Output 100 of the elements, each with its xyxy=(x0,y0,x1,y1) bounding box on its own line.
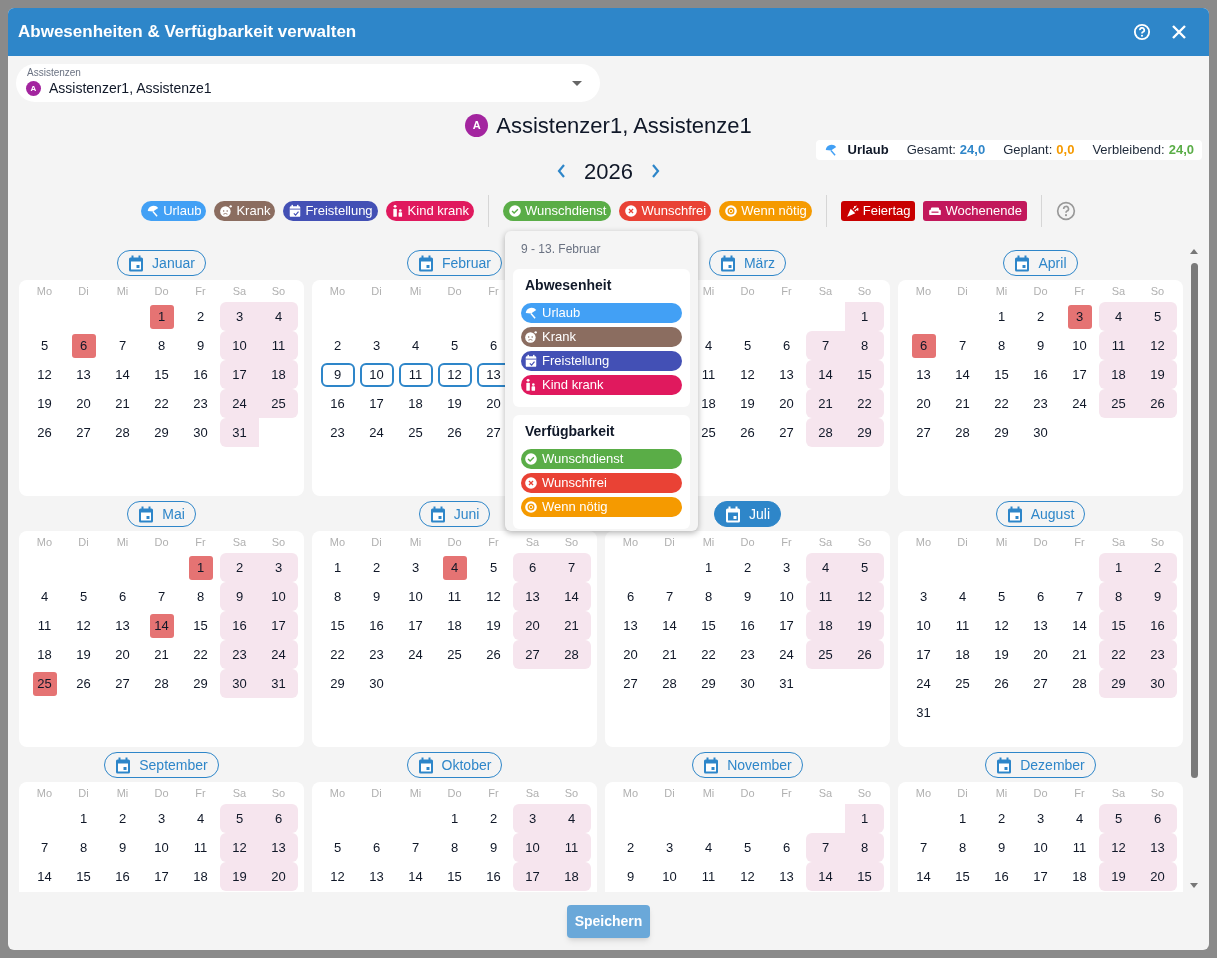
calendar-day[interactable]: 11 xyxy=(37,615,52,636)
weekend-day[interactable]: 4 xyxy=(806,553,845,582)
selected-day[interactable]: 12 xyxy=(437,362,472,387)
calendar-day[interactable]: 16 xyxy=(330,393,345,414)
calendar-day[interactable]: 5 xyxy=(40,335,49,356)
weekend-day[interactable]: 5 xyxy=(1138,302,1177,331)
calendar-day[interactable]: 19 xyxy=(740,393,755,414)
calendar-day[interactable]: 18 xyxy=(701,393,716,414)
weekend-day[interactable]: 31 xyxy=(259,669,298,698)
weekend-day[interactable]: 30 xyxy=(220,669,259,698)
weekend-day[interactable]: 31 xyxy=(220,418,259,447)
calendar-day[interactable]: 2 xyxy=(372,557,381,578)
calendar-day[interactable]: 18 xyxy=(1072,866,1087,887)
weekend-day[interactable]: 27 xyxy=(513,640,552,669)
calendar-day[interactable]: 12 xyxy=(76,615,91,636)
weekend-day[interactable]: 8 xyxy=(845,331,884,360)
calendar-day[interactable]: 3 xyxy=(157,808,166,829)
calendar-day[interactable]: 6 xyxy=(782,837,791,858)
calendar-day[interactable]: 17 xyxy=(1072,364,1087,385)
calendar-day[interactable]: 20 xyxy=(76,393,91,414)
calendar-day[interactable]: 12 xyxy=(740,364,755,385)
calendar-day[interactable]: 14 xyxy=(115,364,130,385)
calendar-day[interactable]: 10 xyxy=(916,615,931,636)
calendar-day[interactable]: 2 xyxy=(118,808,127,829)
calendar-day[interactable]: 4 xyxy=(411,335,420,356)
weekend-day[interactable]: 23 xyxy=(220,640,259,669)
calendar-day[interactable]: 6 xyxy=(118,586,127,607)
calendar-day[interactable]: 18 xyxy=(447,615,462,636)
weekend-day[interactable]: 13 xyxy=(1138,833,1177,862)
calendar-day[interactable]: 4 xyxy=(704,335,713,356)
holiday-day[interactable]: 1 xyxy=(149,304,174,329)
calendar-day[interactable]: 7 xyxy=(665,586,674,607)
assistant-dropdown[interactable]: Assistenzen A Assistenzer1, Assistenze1 xyxy=(16,64,600,102)
calendar-day[interactable]: 27 xyxy=(916,422,931,443)
weekend-day[interactable]: 13 xyxy=(259,833,298,862)
calendar-day[interactable]: 5 xyxy=(79,586,88,607)
weekend-day[interactable]: 1 xyxy=(845,804,884,833)
calendar-day[interactable]: 3 xyxy=(1036,808,1045,829)
calendar-day[interactable]: 19 xyxy=(76,644,91,665)
calendar-day[interactable]: 3 xyxy=(665,837,674,858)
calendar-day[interactable]: 19 xyxy=(486,615,501,636)
weekend-day[interactable]: 26 xyxy=(1138,389,1177,418)
weekend-day[interactable]: 11 xyxy=(259,331,298,360)
calendar-day[interactable]: 16 xyxy=(740,615,755,636)
calendar-day[interactable]: 18 xyxy=(37,644,52,665)
calendar-day[interactable]: 12 xyxy=(330,866,345,887)
calendar-day[interactable]: 8 xyxy=(997,335,1006,356)
weekend-day[interactable]: 28 xyxy=(552,640,591,669)
weekend-day[interactable]: 19 xyxy=(1138,360,1177,389)
close-icon[interactable] xyxy=(1171,24,1187,40)
calendar-day[interactable]: 12 xyxy=(486,586,501,607)
calendar-day[interactable]: 16 xyxy=(115,866,130,887)
calendar-day[interactable]: 16 xyxy=(369,615,384,636)
weekend-day[interactable]: 2 xyxy=(1138,553,1177,582)
calendar-day[interactable]: 14 xyxy=(955,364,970,385)
weekend-day[interactable]: 18 xyxy=(552,862,591,891)
calendar-day[interactable]: 2 xyxy=(743,557,752,578)
weekend-day[interactable]: 30 xyxy=(1138,669,1177,698)
weekend-day[interactable]: 21 xyxy=(806,389,845,418)
calendar-day[interactable]: 11 xyxy=(955,615,970,636)
arrow-down-icon[interactable] xyxy=(1190,883,1198,888)
weekend-day[interactable]: 24 xyxy=(220,389,259,418)
calendar-day[interactable]: 2 xyxy=(626,837,635,858)
weekend-day[interactable]: 5 xyxy=(845,553,884,582)
calendar-day[interactable]: 22 xyxy=(193,644,208,665)
weekend-day[interactable]: 2 xyxy=(220,553,259,582)
calendar-day[interactable]: 30 xyxy=(193,422,208,443)
weekend-day[interactable]: 11 xyxy=(1099,331,1138,360)
calendar-day[interactable]: 8 xyxy=(958,837,967,858)
calendar-day[interactable]: 4 xyxy=(1075,808,1084,829)
weekend-day[interactable]: 4 xyxy=(1099,302,1138,331)
calendar-day[interactable]: 2 xyxy=(489,808,498,829)
calendar-day[interactable]: 12 xyxy=(37,364,52,385)
calendar-day[interactable]: 15 xyxy=(193,615,208,636)
calendar-day[interactable]: 10 xyxy=(154,837,169,858)
calendar-day[interactable]: 7 xyxy=(1075,586,1084,607)
weekend-day[interactable]: 10 xyxy=(513,833,552,862)
calendar-day[interactable]: 16 xyxy=(193,364,208,385)
calendar-day[interactable]: 16 xyxy=(994,866,1009,887)
weekend-day[interactable]: 8 xyxy=(1099,582,1138,611)
calendar-day[interactable]: 19 xyxy=(37,393,52,414)
calendar-day[interactable]: 2 xyxy=(1036,306,1045,327)
holiday-day[interactable]: 25 xyxy=(32,671,57,696)
legend-chip[interactable]: Feiertag xyxy=(840,201,916,221)
calendar-day[interactable]: 15 xyxy=(76,866,91,887)
calendar-day[interactable]: 11 xyxy=(701,866,716,887)
calendar-day[interactable]: 9 xyxy=(1036,335,1045,356)
calendar-day[interactable]: 13 xyxy=(779,866,794,887)
calendar-day[interactable]: 9 xyxy=(196,335,205,356)
calendar-day[interactable]: 4 xyxy=(704,837,713,858)
calendar-day[interactable]: 28 xyxy=(955,422,970,443)
calendar-day[interactable]: 30 xyxy=(740,673,755,694)
calendar-day[interactable]: 24 xyxy=(408,644,423,665)
weekend-day[interactable]: 14 xyxy=(552,582,591,611)
calendar-day[interactable]: 15 xyxy=(447,866,462,887)
weekend-day[interactable]: 20 xyxy=(1138,862,1177,891)
calendar-day[interactable]: 11 xyxy=(1072,837,1087,858)
calendar-day[interactable]: 21 xyxy=(1072,644,1087,665)
weekend-day[interactable]: 9 xyxy=(1138,582,1177,611)
weekend-day[interactable]: 25 xyxy=(806,640,845,669)
